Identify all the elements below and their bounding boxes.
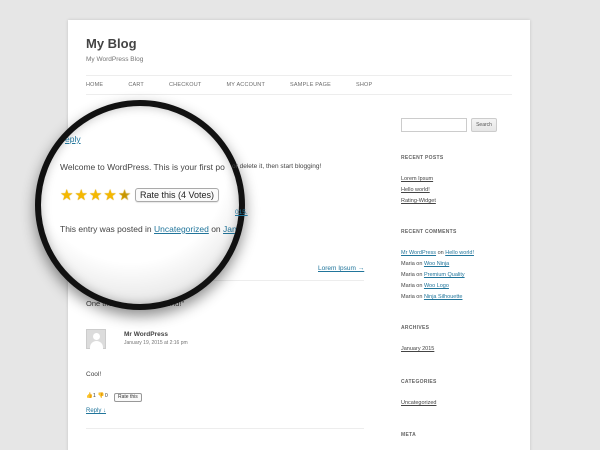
recent-comment-item: Mr WordPress on Hello world! — [401, 250, 474, 256]
comment-post-link[interactable]: Premium Quality — [424, 272, 465, 278]
comment-post-link[interactable]: Woo Logo — [424, 283, 449, 289]
magnifier-lens: eply Welcome to WordPress. This is your … — [35, 100, 245, 310]
comment-text: Cool! — [86, 371, 102, 378]
recent-post-link[interactable]: Lorem Ipsum — [401, 176, 433, 182]
date-link-tail[interactable]: 015. — [235, 209, 248, 216]
comment-post-link[interactable]: Ninja Silhouette — [424, 294, 463, 300]
rate-this-button[interactable]: Rate this (4 Votes) — [135, 188, 220, 202]
star-icon[interactable]: ★ — [103, 188, 116, 203]
post-excerpt-continued: or delete it, then start blogging! — [232, 163, 322, 170]
recent-post-link[interactable]: Rating-Widget — [401, 198, 436, 204]
comment-rating: 👍 1 👎 0 — [86, 393, 108, 399]
recent-comment-item: Maria on Premium Quality — [401, 272, 465, 278]
recent-comment-item: Maria on Woo Ninja — [401, 261, 449, 267]
nav-sample-page[interactable]: SAMPLE PAGE — [290, 82, 331, 88]
comment-author: Maria — [401, 294, 415, 300]
magnified-content: eply Welcome to WordPress. This is your … — [41, 106, 239, 304]
on-text: on — [414, 261, 424, 267]
comment-author: Maria — [401, 272, 415, 278]
recent-comments-title: RECENT COMMENTS — [401, 229, 457, 235]
site-title[interactable]: My Blog — [86, 36, 137, 51]
reply-link[interactable]: Reply ↓ — [86, 408, 106, 414]
likes-count: 1 — [92, 393, 96, 399]
meta-prefix: This entry was posted in — [60, 224, 155, 234]
meta-title: META — [401, 432, 416, 438]
divider — [86, 428, 364, 429]
recent-comment-item: Maria on Ninja Silhouette — [401, 294, 462, 300]
main-navigation: HOME CART CHECKOUT MY ACCOUNT SAMPLE PAG… — [86, 75, 512, 95]
archives-title: ARCHIVES — [401, 325, 430, 331]
nav-shop[interactable]: SHOP — [356, 82, 372, 88]
nav-home[interactable]: HOME — [86, 82, 103, 88]
star-icon[interactable]: ★ — [74, 188, 87, 203]
meta-on: on — [208, 224, 224, 234]
star-rating[interactable]: ★ ★ ★ ★ ★ — [60, 188, 132, 203]
recent-post-link[interactable]: Hello world! — [401, 187, 430, 193]
reply-link-magnified[interactable]: eply — [65, 134, 81, 144]
dislikes-count: 0 — [104, 393, 108, 399]
comment-author: Maria — [401, 283, 415, 289]
category-link[interactable]: Uncategorized — [401, 400, 436, 406]
comment-rate-button[interactable]: Rate this — [114, 393, 142, 402]
site-description: My WordPress Blog — [86, 56, 144, 63]
categories-title: CATEGORIES — [401, 379, 437, 385]
recent-comment-item: Maria on Woo Logo — [401, 283, 449, 289]
search-input[interactable] — [401, 118, 467, 132]
nav-checkout[interactable]: CHECKOUT — [169, 82, 201, 88]
nav-my-account[interactable]: MY ACCOUNT — [226, 82, 265, 88]
on-text: on — [436, 250, 446, 256]
post-excerpt-magnified: Welcome to WordPress. This is your first… — [60, 162, 225, 172]
comment-date[interactable]: January 19, 2015 at 2:16 pm — [124, 340, 188, 346]
comment-post-link[interactable]: Hello world! — [445, 250, 474, 256]
archive-link[interactable]: January 2015 — [401, 346, 434, 352]
star-half-icon[interactable]: ★ — [118, 188, 131, 203]
on-text: on — [414, 272, 424, 278]
comment-author: Maria — [401, 261, 415, 267]
category-link[interactable]: Uncategorized — [154, 224, 209, 234]
on-text: on — [414, 283, 424, 289]
on-text: on — [414, 294, 424, 300]
search-button[interactable]: Search — [471, 118, 497, 132]
post-meta-magnified: This entry was posted in Uncategorized o… — [60, 224, 239, 234]
recent-posts-title: RECENT POSTS — [401, 155, 444, 161]
comment-author-link[interactable]: Mr WordPress — [401, 250, 436, 256]
star-icon[interactable]: ★ — [89, 188, 102, 203]
thumbs-down-icon[interactable]: 👎 — [98, 393, 105, 399]
star-icon[interactable]: ★ — [60, 188, 73, 203]
next-post-link[interactable]: Lorem Ipsum → — [318, 265, 364, 272]
nav-cart[interactable]: CART — [128, 82, 144, 88]
thumbs-up-icon[interactable]: 👍 — [86, 393, 93, 399]
avatar — [86, 329, 106, 349]
date-link[interactable]: Janu — [223, 224, 239, 234]
comment-post-link[interactable]: Woo Ninja — [424, 261, 449, 267]
comment-author: Mr WordPress — [124, 331, 168, 338]
